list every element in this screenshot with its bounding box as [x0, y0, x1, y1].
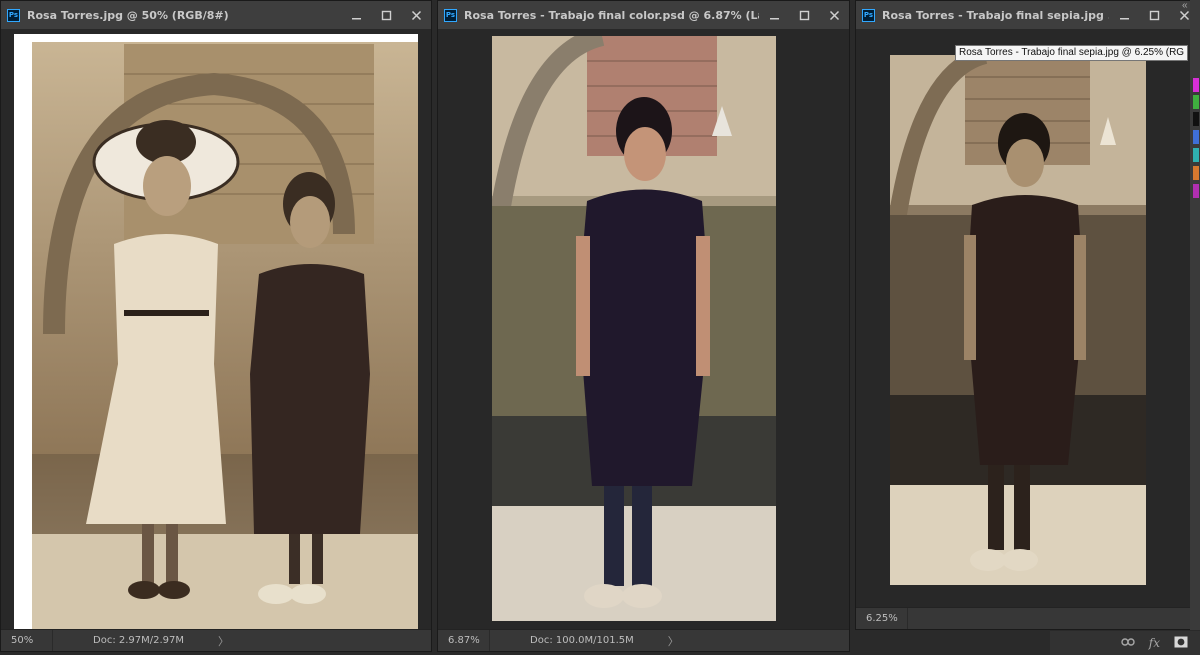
doc-size: Doc: 2.97M/2.97M — [93, 635, 185, 646]
swatch-purple[interactable] — [1193, 184, 1199, 198]
minimize-button[interactable] — [1109, 5, 1139, 25]
swatch-orange[interactable] — [1193, 166, 1199, 180]
status-bar: 6.25% — [856, 607, 1199, 629]
photo-final-sepia — [890, 55, 1146, 585]
document-window-sepia-final[interactable]: Ps Rosa Torres - Trabajo final sepia.jpg… — [855, 0, 1200, 630]
minimize-button[interactable] — [341, 5, 371, 25]
swatch-green[interactable] — [1193, 95, 1199, 109]
photoshop-icon: Ps — [862, 8, 875, 22]
swatch-teal[interactable] — [1193, 148, 1199, 162]
maximize-button[interactable] — [371, 5, 401, 25]
document-canvas[interactable] — [1, 29, 431, 631]
document-canvas[interactable] — [438, 29, 849, 629]
minimize-button[interactable] — [759, 5, 789, 25]
maximize-button[interactable] — [1139, 5, 1169, 25]
swatch-black[interactable] — [1193, 112, 1199, 126]
photoshop-icon: Ps — [444, 8, 457, 22]
close-button[interactable] — [819, 5, 849, 25]
document-tooltip: Rosa Torres - Trabajo final sepia.jpg @ … — [955, 45, 1189, 61]
document-title: Rosa Torres.jpg @ 50% (RGB/8#) — [27, 8, 229, 22]
document-title: Rosa Torres - Trabajo final color.psd @ … — [464, 8, 759, 22]
title-bar[interactable]: Ps Rosa Torres - Trabajo final sepia.jpg… — [856, 1, 1199, 29]
zoom-field[interactable]: 50% — [1, 630, 53, 651]
zoom-field[interactable]: 6.87% — [438, 630, 490, 651]
swatch-magenta[interactable] — [1193, 78, 1199, 92]
mask-icon[interactable] — [1174, 636, 1188, 651]
doc-size: Doc: 100.0M/101.5M — [530, 635, 634, 646]
layers-bottom-bar: fx — [1050, 631, 1200, 655]
document-window-original[interactable]: Ps Rosa Torres.jpg @ 50% (RGB/8#) 50% Do… — [0, 0, 432, 652]
close-button[interactable] — [401, 5, 431, 25]
photo-original-sepia — [14, 34, 418, 631]
photoshop-workspace: Ps Rosa Torres.jpg @ 50% (RGB/8#) 50% Do… — [0, 0, 1200, 655]
status-menu-arrow-icon[interactable]: 〉 — [218, 633, 229, 649]
maximize-button[interactable] — [789, 5, 819, 25]
document-title: Rosa Torres - Trabajo final sepia.jpg ..… — [882, 8, 1109, 22]
link-icon[interactable] — [1121, 636, 1135, 650]
photoshop-icon: Ps — [7, 8, 20, 22]
photo-colorized — [492, 36, 776, 621]
document-canvas[interactable] — [856, 29, 1199, 607]
right-panel-strip — [1190, 0, 1200, 630]
zoom-field[interactable]: 6.25% — [856, 608, 908, 629]
fx-icon[interactable]: fx — [1149, 636, 1160, 650]
title-bar[interactable]: Ps Rosa Torres.jpg @ 50% (RGB/8#) — [1, 1, 431, 29]
swatch-blue[interactable] — [1193, 130, 1199, 144]
title-bar[interactable]: Ps Rosa Torres - Trabajo final color.psd… — [438, 1, 849, 29]
status-bar: 50% Doc: 2.97M/2.97M 〉 — [1, 629, 431, 651]
document-window-color[interactable]: Ps Rosa Torres - Trabajo final color.psd… — [437, 0, 850, 652]
status-menu-arrow-icon[interactable]: 〉 — [668, 633, 679, 649]
collapse-panels-icon[interactable]: « — [1182, 0, 1188, 11]
status-bar: 6.87% Doc: 100.0M/101.5M 〉 — [438, 629, 849, 651]
